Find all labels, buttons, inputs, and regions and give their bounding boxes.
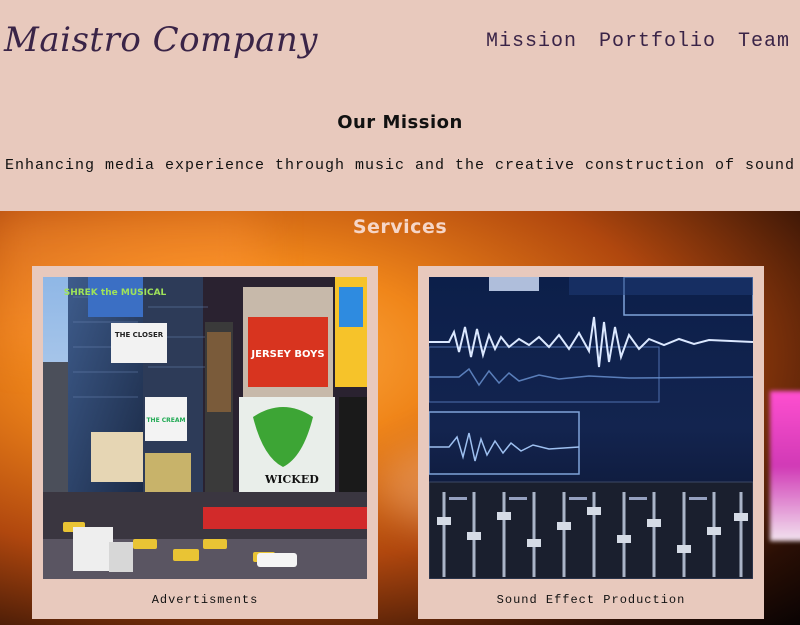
service-caption: Advertisments — [151, 593, 259, 607]
billboard-text: THE CLOSER — [115, 331, 164, 339]
billboard-text: JERSEY BOYS — [250, 349, 324, 360]
audio-mixer-image — [429, 277, 753, 579]
nav-link-portfolio[interactable]: Portfolio — [599, 30, 716, 53]
mission-heading: Our Mission — [337, 112, 463, 133]
mission-statement: Enhancing media experience through music… — [4, 157, 796, 174]
company-logo[interactable]: Maistro Company — [4, 20, 318, 60]
times-square-image: SHREK the MUSICAL THE CLOSER JERSEY BOYS… — [43, 277, 367, 579]
services-heading: Services — [352, 216, 448, 238]
billboard-text: WICKED — [264, 473, 319, 486]
main-nav: Mission Portfolio Team — [486, 30, 790, 53]
service-card-sound-effect[interactable]: Sound Effect Production — [418, 266, 764, 619]
services-section: Services SHREK the MUSICAL THE CLOSER JE… — [0, 211, 800, 625]
billboard-wicked: WICKED — [239, 397, 335, 502]
billboard-closer: THE CLOSER — [111, 323, 167, 363]
billboard-text: SHREK the MUSICAL — [64, 288, 167, 298]
service-caption: Sound Effect Production — [496, 593, 686, 607]
billboard-text: THE CREAM — [146, 417, 185, 424]
service-card-advertisments[interactable]: SHREK the MUSICAL THE CLOSER JERSEY BOYS… — [32, 266, 378, 619]
site-header: Maistro Company Mission Portfolio Team — [0, 0, 800, 90]
billboard-cream: THE CREAM — [145, 397, 187, 441]
nav-link-team[interactable]: Team — [738, 30, 790, 53]
nav-link-mission[interactable]: Mission — [486, 30, 577, 53]
background-neon-strip — [770, 391, 800, 541]
billboard-jersey-boys: JERSEY BOYS — [250, 349, 324, 360]
